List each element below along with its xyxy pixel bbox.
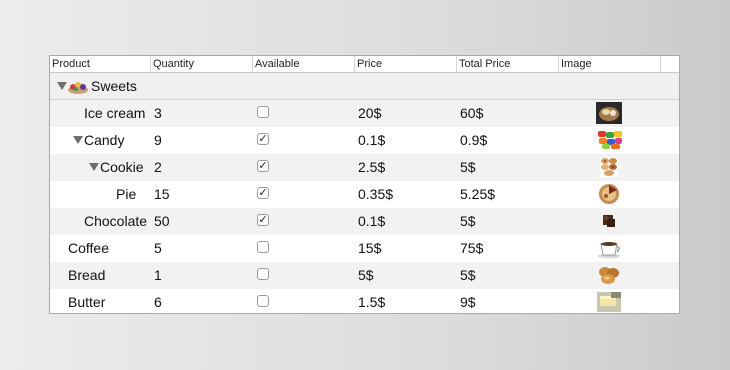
table-row[interactable]: Pie 15 ✓ 0.35$ 5.25$: [50, 181, 679, 208]
table-row[interactable]: Bread 1 5$ 5$: [50, 262, 679, 289]
header-quantity[interactable]: Quantity: [151, 56, 253, 72]
group-label: Sweets: [91, 78, 137, 94]
quantity-value: 3: [154, 105, 162, 121]
product-name: Chocolate: [84, 213, 148, 229]
product-name: Coffee: [68, 240, 109, 256]
total-price-value: 5$: [460, 213, 476, 229]
price-value: 5$: [358, 267, 374, 283]
table-row[interactable]: Ice cream 3 20$ 60$: [50, 100, 679, 127]
price-value: 15$: [358, 240, 382, 256]
table-row[interactable]: Cookie 2 ✓ 2.5$ 5$: [50, 154, 679, 181]
quantity-value: 50: [154, 213, 170, 229]
quantity-value: 2: [154, 159, 162, 175]
available-checkbox[interactable]: [257, 241, 269, 253]
price-value: 2.5$: [358, 159, 386, 175]
product-name: Ice cream: [84, 105, 146, 121]
ice-cream-icon: [596, 102, 622, 124]
table-row[interactable]: Coffee 5 15$ 75$: [50, 235, 679, 262]
chocolate-icon: [603, 215, 615, 227]
product-name: Cookie: [100, 159, 144, 175]
product-name: Pie: [116, 186, 137, 202]
total-price-value: 5.25$: [460, 186, 496, 202]
available-checkbox[interactable]: ✓: [257, 133, 269, 145]
quantity-value: 1: [154, 267, 162, 283]
price-value: 1.5$: [358, 294, 386, 310]
candy-icon: [597, 130, 628, 150]
bread-icon: [599, 267, 619, 284]
available-checkbox[interactable]: [257, 268, 269, 280]
header-image[interactable]: Image: [559, 56, 661, 72]
tree-grid[interactable]: Product Quantity Available Price Total P…: [49, 55, 680, 314]
coffee-icon: [598, 242, 620, 259]
product-name: Butter: [68, 294, 106, 310]
expand-arrow-icon[interactable]: [89, 163, 99, 171]
available-checkbox[interactable]: ✓: [257, 187, 269, 199]
header-available[interactable]: Available: [253, 56, 355, 72]
table-row[interactable]: Butter 6 1.5$ 9$: [50, 289, 679, 313]
cookie-icon: [600, 157, 618, 177]
butter-icon: [597, 292, 621, 312]
product-name: Candy: [84, 132, 125, 148]
quantity-value: 9: [154, 132, 162, 148]
group-row-sweets[interactable]: Sweets: [50, 73, 679, 100]
price-value: 0.1$: [358, 132, 386, 148]
quantity-value: 6: [154, 294, 162, 310]
quantity-value: 5: [154, 240, 162, 256]
product-name: Bread: [68, 267, 106, 283]
expand-arrow-icon[interactable]: [73, 136, 83, 144]
header-price[interactable]: Price: [355, 56, 457, 72]
header-total-price[interactable]: Total Price: [457, 56, 559, 72]
available-checkbox[interactable]: ✓: [257, 160, 269, 172]
price-value: 0.35$: [358, 186, 394, 202]
price-value: 0.1$: [358, 213, 386, 229]
price-value: 20$: [358, 105, 382, 121]
total-price-value: 5$: [460, 267, 476, 283]
column-header: Product Quantity Available Price Total P…: [50, 56, 679, 73]
quantity-value: 15: [154, 186, 170, 202]
available-checkbox[interactable]: ✓: [257, 214, 269, 226]
total-price-value: 75$: [460, 240, 484, 256]
table-row[interactable]: Candy 9 ✓ 0.1$ 0.9$: [50, 127, 679, 154]
sweets-icon: [68, 82, 88, 94]
available-checkbox[interactable]: [257, 295, 269, 307]
pie-icon: [599, 184, 619, 204]
available-checkbox[interactable]: [257, 106, 269, 118]
total-price-value: 5$: [460, 159, 476, 175]
expand-arrow-icon[interactable]: [57, 82, 67, 90]
table-row[interactable]: Chocolate 50 ✓ 0.1$ 5$: [50, 208, 679, 235]
total-price-value: 0.9$: [460, 132, 488, 148]
total-price-value: 60$: [460, 105, 484, 121]
header-product[interactable]: Product: [50, 56, 151, 72]
total-price-value: 9$: [460, 294, 476, 310]
